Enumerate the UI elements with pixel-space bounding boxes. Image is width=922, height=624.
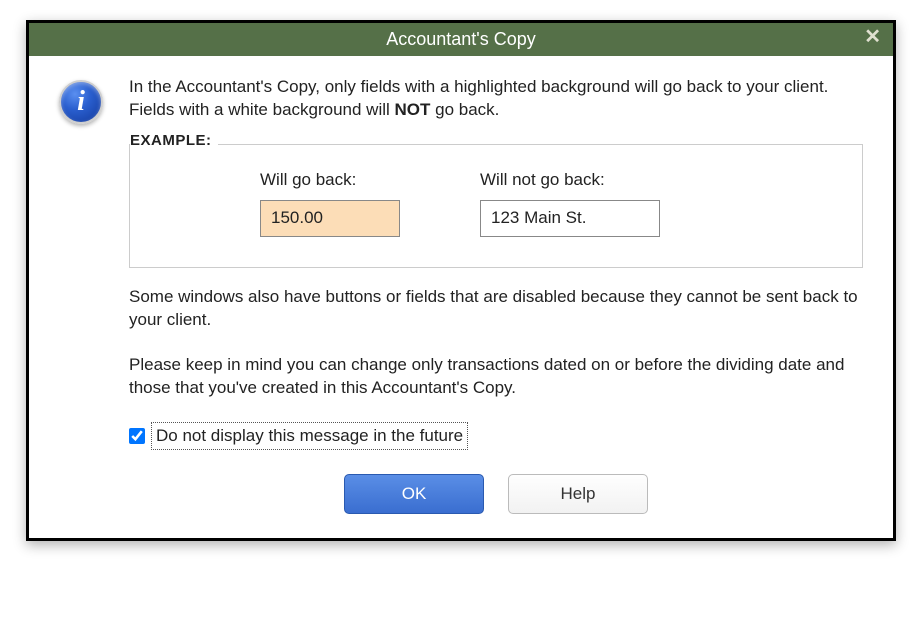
disabled-note: Some windows also have buttons or fields…	[129, 286, 863, 332]
intro-text: In the Accountant's Copy, only fields wi…	[129, 76, 863, 122]
example-will-not-go-back: Will not go back: 123 Main St.	[480, 169, 660, 237]
suppress-message-row: Do not display this message in the futur…	[129, 422, 863, 451]
icon-column: i	[59, 76, 109, 514]
white-field: 123 Main St.	[480, 200, 660, 237]
will-go-back-label: Will go back:	[260, 169, 400, 192]
titlebar: Accountant's Copy ✕	[29, 23, 893, 56]
highlighted-field: 150.00	[260, 200, 400, 237]
example-legend: EXAMPLE:	[130, 131, 218, 151]
example-grid: Will go back: 150.00 Will not go back: 1…	[160, 169, 832, 237]
will-not-go-back-label: Will not go back:	[480, 169, 660, 192]
help-button[interactable]: Help	[508, 474, 648, 514]
intro-bold: NOT	[395, 100, 431, 119]
suppress-message-label: Do not display this message in the futur…	[156, 426, 463, 445]
example-fieldset: EXAMPLE: Will go back: 150.00 Will not g…	[129, 144, 863, 268]
info-icon-glyph: i	[77, 88, 85, 116]
button-row: OK Help	[129, 474, 863, 514]
dividing-date-note: Please keep in mind you can change only …	[129, 354, 863, 400]
close-icon[interactable]: ✕	[864, 27, 881, 47]
content-column: In the Accountant's Copy, only fields wi…	[129, 76, 863, 514]
ok-button[interactable]: OK	[344, 474, 484, 514]
suppress-message-checkbox[interactable]	[129, 428, 145, 444]
dialog-body: i In the Accountant's Copy, only fields …	[29, 56, 893, 538]
accountants-copy-dialog: Accountant's Copy ✕ i In the Accountant'…	[26, 20, 896, 541]
suppress-message-label-wrap[interactable]: Do not display this message in the futur…	[151, 422, 468, 451]
example-will-go-back: Will go back: 150.00	[260, 169, 400, 237]
info-icon: i	[59, 80, 103, 124]
intro-part2: go back.	[430, 100, 499, 119]
dialog-title: Accountant's Copy	[386, 29, 536, 50]
